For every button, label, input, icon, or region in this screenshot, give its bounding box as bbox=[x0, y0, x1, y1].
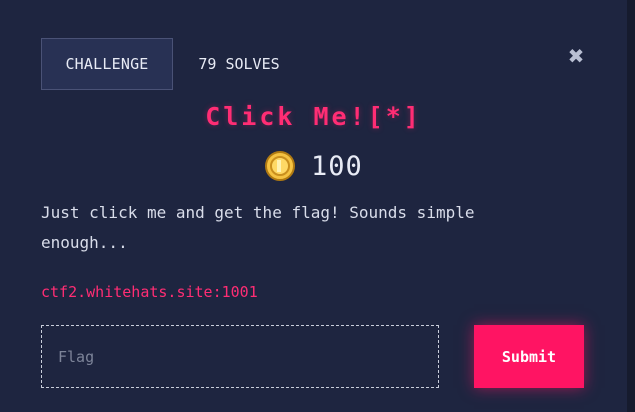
page-backdrop bbox=[627, 0, 635, 412]
challenge-modal: CHALLENGE 79 SOLVES ✖ Click Me![*] 100 J… bbox=[0, 0, 627, 412]
challenge-points: 100 bbox=[311, 150, 363, 182]
challenge-link[interactable]: ctf2.whitehats.site:1001 bbox=[41, 280, 258, 304]
submit-button[interactable]: Submit bbox=[474, 325, 584, 388]
challenge-title: Click Me![*] bbox=[205, 102, 422, 131]
close-icon[interactable]: ✖ bbox=[566, 46, 586, 66]
challenge-description: Just click me and get the flag! Sounds s… bbox=[41, 203, 475, 252]
tab-challenge[interactable]: CHALLENGE bbox=[41, 38, 173, 90]
tab-solves[interactable]: 79 SOLVES bbox=[173, 38, 305, 90]
flag-input[interactable] bbox=[41, 325, 439, 388]
points-row: 100 bbox=[265, 148, 363, 184]
coin-icon bbox=[265, 151, 295, 181]
